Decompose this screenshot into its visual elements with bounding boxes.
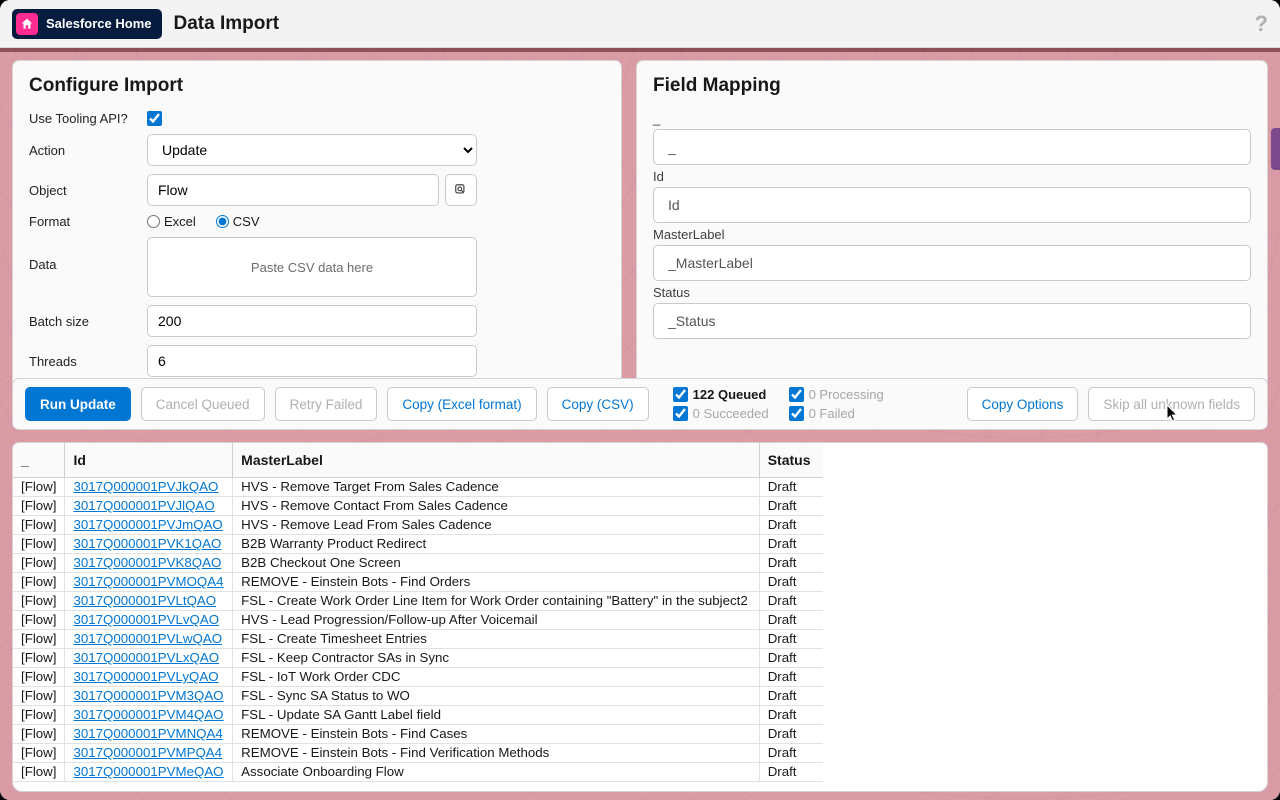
- tooling-label: Use Tooling API?: [29, 111, 147, 126]
- skip-unknown-button[interactable]: Skip all unknown fields: [1088, 387, 1255, 421]
- status-succeeded[interactable]: 0 Succeeded: [673, 406, 769, 421]
- object-lookup-button[interactable]: [445, 174, 477, 206]
- table-row: [Flow]3017Q000001PVLwQAOFSL - Create Tim…: [13, 629, 823, 648]
- format-csv-radio[interactable]: CSV: [216, 214, 260, 229]
- table-row: [Flow]3017Q000001PVJkQAOHVS - Remove Tar…: [13, 477, 823, 496]
- table-row: [Flow]3017Q000001PVMOQA4REMOVE - Einstei…: [13, 572, 823, 591]
- record-id-link[interactable]: 3017Q000001PVLyQAO: [73, 669, 218, 684]
- status-queued[interactable]: 122 Queued: [673, 387, 769, 402]
- threads-label: Threads: [29, 354, 147, 369]
- copy-csv-button[interactable]: Copy (CSV): [547, 387, 649, 421]
- record-id-link[interactable]: 3017Q000001PVJkQAO: [73, 479, 218, 494]
- format-label: Format: [29, 214, 147, 229]
- table-row: [Flow]3017Q000001PVM4QAOFSL - Update SA …: [13, 705, 823, 724]
- status-processing[interactable]: 0 Processing: [789, 387, 884, 402]
- table-row: [Flow]3017Q000001PVMeQAOAssociate Onboar…: [13, 762, 823, 781]
- table-row: [Flow]3017Q000001PVM3QAOFSL - Sync SA St…: [13, 686, 823, 705]
- table-row: [Flow]3017Q000001PVLvQAOHVS - Lead Progr…: [13, 610, 823, 629]
- action-label: Action: [29, 143, 147, 158]
- record-id-link[interactable]: 3017Q000001PVLwQAO: [73, 631, 222, 646]
- record-id-link[interactable]: 3017Q000001PVLvQAO: [73, 612, 219, 627]
- home-button[interactable]: Salesforce Home: [12, 9, 162, 39]
- tooling-checkbox[interactable]: [147, 111, 162, 126]
- status-failed[interactable]: 0 Failed: [789, 406, 884, 421]
- table-row: [Flow]3017Q000001PVMPQA4REMOVE - Einstei…: [13, 743, 823, 762]
- map-label-1: Id: [653, 169, 1251, 184]
- record-id-link[interactable]: 3017Q000001PVMeQAO: [73, 764, 223, 779]
- table-row: [Flow]3017Q000001PVMNQA4REMOVE - Einstei…: [13, 724, 823, 743]
- col-id[interactable]: Id: [65, 443, 233, 477]
- table-row: [Flow]3017Q000001PVLtQAOFSL - Create Wor…: [13, 591, 823, 610]
- table-row: [Flow]3017Q000001PVLxQAOFSL - Keep Contr…: [13, 648, 823, 667]
- record-id-link[interactable]: 3017Q000001PVLtQAO: [73, 593, 216, 608]
- home-label: Salesforce Home: [46, 16, 152, 31]
- map-input-3[interactable]: [653, 303, 1251, 339]
- record-id-link[interactable]: 3017Q000001PVK1QAO: [73, 536, 221, 551]
- retry-failed-button[interactable]: Retry Failed: [275, 387, 378, 421]
- status-block: 122 Queued 0 Processing 0 Succeeded 0 Fa…: [673, 387, 884, 421]
- table-row: [Flow]3017Q000001PVLyQAOFSL - IoT Work O…: [13, 667, 823, 686]
- record-id-link[interactable]: 3017Q000001PVJmQAO: [73, 517, 222, 532]
- cancel-queued-button[interactable]: Cancel Queued: [141, 387, 265, 421]
- action-bar: Run Update Cancel Queued Retry Failed Co…: [12, 378, 1268, 430]
- object-input[interactable]: [147, 174, 439, 206]
- configure-card: Configure Import Use Tooling API? Action…: [12, 60, 622, 394]
- record-id-link[interactable]: 3017Q000001PVK8QAO: [73, 555, 221, 570]
- col-masterlabel[interactable]: MasterLabel: [233, 443, 760, 477]
- mapping-card: Field Mapping _ Id MasterLabel Status: [636, 60, 1268, 394]
- col-status[interactable]: Status: [759, 443, 823, 477]
- data-textarea[interactable]: Paste CSV data here: [147, 237, 477, 297]
- help-icon[interactable]: ?: [1255, 11, 1268, 37]
- table-row: [Flow]3017Q000001PVJlQAOHVS - Remove Con…: [13, 496, 823, 515]
- run-update-button[interactable]: Run Update: [25, 387, 131, 421]
- record-id-link[interactable]: 3017Q000001PVM3QAO: [73, 688, 223, 703]
- configure-title: Configure Import: [29, 75, 605, 97]
- side-handle[interactable]: [1271, 128, 1280, 170]
- table-row: [Flow]3017Q000001PVJmQAOHVS - Remove Lea…: [13, 515, 823, 534]
- action-select[interactable]: Update: [147, 134, 477, 166]
- mapping-title: Field Mapping: [653, 75, 1251, 97]
- map-label-2: MasterLabel: [653, 227, 1251, 242]
- results-table: _ Id MasterLabel Status [Flow]3017Q00000…: [13, 443, 823, 782]
- record-id-link[interactable]: 3017Q000001PVM4QAO: [73, 707, 223, 722]
- map-input-0[interactable]: [653, 129, 1251, 165]
- format-excel-radio[interactable]: Excel: [147, 214, 196, 229]
- record-id-link[interactable]: 3017Q000001PVMNQA4: [73, 726, 222, 741]
- col-underscore[interactable]: _: [13, 443, 65, 477]
- map-input-2[interactable]: [653, 245, 1251, 281]
- threads-input[interactable]: [147, 345, 477, 377]
- home-icon: [16, 13, 38, 35]
- page-title: Data Import: [174, 13, 280, 35]
- topbar: Salesforce Home Data Import ?: [0, 0, 1280, 48]
- table-row: [Flow]3017Q000001PVK1QAOB2B Warranty Pro…: [13, 534, 823, 553]
- record-id-link[interactable]: 3017Q000001PVLxQAO: [73, 650, 219, 665]
- data-label: Data: [29, 237, 147, 272]
- copy-excel-button[interactable]: Copy (Excel format): [387, 387, 536, 421]
- object-label: Object: [29, 183, 147, 198]
- record-id-link[interactable]: 3017Q000001PVJlQAO: [73, 498, 214, 513]
- batch-input[interactable]: [147, 305, 477, 337]
- table-row: [Flow]3017Q000001PVK8QAOB2B Checkout One…: [13, 553, 823, 572]
- batch-label: Batch size: [29, 314, 147, 329]
- results-table-wrap: _ Id MasterLabel Status [Flow]3017Q00000…: [12, 442, 1268, 792]
- map-label-3: Status: [653, 285, 1251, 300]
- record-id-link[interactable]: 3017Q000001PVMOQA4: [73, 574, 223, 589]
- copy-options-button[interactable]: Copy Options: [967, 387, 1079, 421]
- record-id-link[interactable]: 3017Q000001PVMPQA4: [73, 745, 222, 760]
- map-input-1[interactable]: [653, 187, 1251, 223]
- map-label-0: _: [653, 111, 1251, 126]
